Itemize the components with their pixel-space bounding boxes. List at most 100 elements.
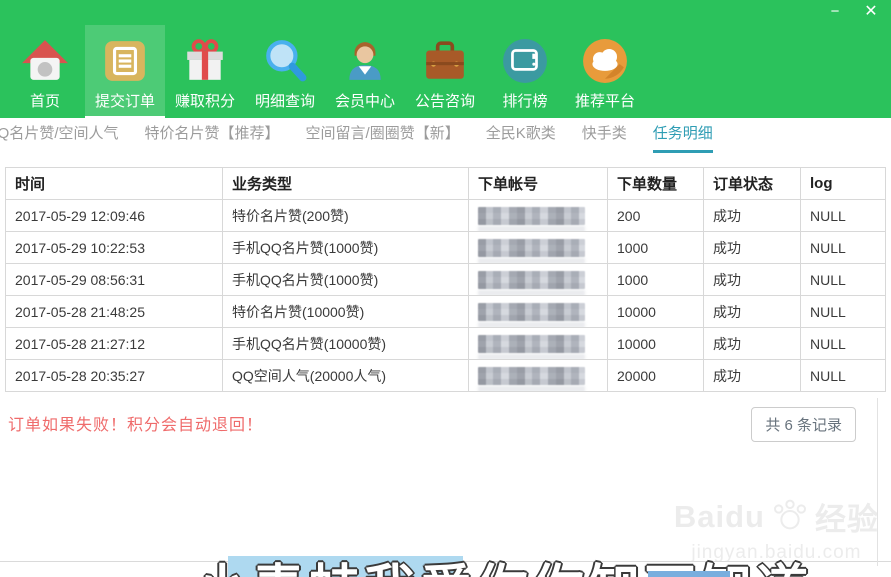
cell-time: 2017-05-29 08:56:31 xyxy=(6,264,223,296)
nav-item-ranking[interactable]: 排行榜 xyxy=(485,25,565,118)
cell-account xyxy=(469,264,608,296)
blurred-account xyxy=(478,239,585,257)
cloud-icon xyxy=(582,38,628,84)
minimize-icon[interactable]: − xyxy=(823,1,847,23)
cell-time: 2017-05-29 10:22:53 xyxy=(6,232,223,264)
nav-item-home[interactable]: 首页 xyxy=(5,25,85,118)
cell-business-type: 特价名片赞(10000赞) xyxy=(223,296,469,328)
gift-icon xyxy=(182,38,228,84)
table-row: 2017-05-28 21:48:25 特价名片赞(10000赞) 10000 … xyxy=(6,296,886,328)
table-row: 2017-05-28 20:35:27 QQ空间人气(20000人气) 2000… xyxy=(6,360,886,392)
document-icon xyxy=(102,38,148,84)
blue-scroll-handle[interactable] xyxy=(648,571,730,577)
blurred-account xyxy=(478,303,585,321)
cell-business-type: 手机QQ名片赞(1000赞) xyxy=(223,232,469,264)
cell-business-type: 手机QQ名片赞(1000赞) xyxy=(223,264,469,296)
tab-qq-card-likes[interactable]: QQ名片赞/空间人气 xyxy=(0,118,119,153)
cell-time: 2017-05-28 20:35:27 xyxy=(6,360,223,392)
refund-notice: 订单如果失败！积分会自动退回！ xyxy=(8,411,263,435)
column-header: log xyxy=(801,168,886,200)
tab-space-messages[interactable]: 空间留言/圈圈赞【新】 xyxy=(306,118,460,153)
cell-account xyxy=(469,232,608,264)
table-row: 2017-05-29 12:09:46 特价名片赞(200赞) 200 成功 N… xyxy=(6,200,886,232)
nav-item-member-center[interactable]: 会员中心 xyxy=(325,25,405,118)
close-icon[interactable]: ✕ xyxy=(859,1,883,23)
blurred-account xyxy=(478,207,585,225)
cell-status: 成功 xyxy=(704,328,801,360)
cell-status: 成功 xyxy=(704,232,801,264)
cell-status: 成功 xyxy=(704,200,801,232)
nav-item-label: 推荐平台 xyxy=(575,90,635,111)
nav-item-recommend-platform[interactable]: 推荐平台 xyxy=(565,25,645,118)
table-row: 2017-05-29 08:56:31 手机QQ名片赞(1000赞) 1000 … xyxy=(6,264,886,296)
tab-task-detail[interactable]: 任务明细 xyxy=(653,118,713,153)
nav-item-label: 排行榜 xyxy=(502,90,547,111)
paw-icon xyxy=(770,497,810,537)
orders-table: 时间业务类型下单帐号下单数量订单状态log 2017-05-29 12:09:4… xyxy=(5,167,886,392)
cell-log: NULL xyxy=(801,360,886,392)
record-count-button[interactable]: 共 6 条记录 xyxy=(751,407,856,442)
cell-quantity: 200 xyxy=(608,200,704,232)
cell-account xyxy=(469,296,608,328)
nav-item-label: 赚取积分 xyxy=(175,90,235,111)
nav-item-label: 明细查询 xyxy=(255,90,315,111)
cell-quantity: 1000 xyxy=(608,232,704,264)
nav-item-label: 公告咨询 xyxy=(415,90,475,111)
right-border-line xyxy=(877,398,878,566)
blurred-account xyxy=(478,271,585,289)
title-bar: − ✕ xyxy=(0,0,891,25)
table-row: 2017-05-29 10:22:53 手机QQ名片赞(1000赞) 1000 … xyxy=(6,232,886,264)
member-icon xyxy=(342,38,388,84)
cell-business-type: 特价名片赞(200赞) xyxy=(223,200,469,232)
cell-log: NULL xyxy=(801,264,886,296)
orders-table-body: 2017-05-29 12:09:46 特价名片赞(200赞) 200 成功 N… xyxy=(6,200,886,392)
search-icon xyxy=(262,38,308,84)
watermark-suffix: 经验 xyxy=(815,494,879,539)
cell-quantity: 10000 xyxy=(608,296,704,328)
cell-business-type: QQ空间人气(20000人气) xyxy=(223,360,469,392)
nav-bar: 首页 提交订单 赚取积分 明细查询 会员中心 公告咨询 排行榜 推荐平台 xyxy=(0,25,891,118)
cell-log: NULL xyxy=(801,200,886,232)
home-icon xyxy=(22,38,68,84)
tab-k-song[interactable]: 全民K歌类 xyxy=(486,118,556,153)
cell-time: 2017-05-29 12:09:46 xyxy=(6,200,223,232)
cell-log: NULL xyxy=(801,328,886,360)
nav-item-submit-order[interactable]: 提交订单 xyxy=(85,25,165,118)
cell-quantity: 1000 xyxy=(608,264,704,296)
watermark-brand: Baidu xyxy=(674,499,765,535)
cell-time: 2017-05-28 21:27:12 xyxy=(6,328,223,360)
nav-item-earn-points[interactable]: 赚取积分 xyxy=(165,25,245,118)
nav-item-label: 首页 xyxy=(30,90,60,111)
cell-status: 成功 xyxy=(704,296,801,328)
blurred-account xyxy=(478,335,585,353)
tab-kuaishou[interactable]: 快手类 xyxy=(582,118,627,153)
app-window: − ✕ 首页 提交订单 赚取积分 明细查询 会员中心 公告咨询 排行榜 推荐平台… xyxy=(0,0,891,577)
briefcase-icon xyxy=(422,38,468,84)
cell-account xyxy=(469,328,608,360)
cell-log: NULL xyxy=(801,296,886,328)
table-row: 2017-05-28 21:27:12 手机QQ名片赞(10000赞) 1000… xyxy=(6,328,886,360)
cell-account xyxy=(469,360,608,392)
column-header: 时间 xyxy=(6,168,223,200)
cell-status: 成功 xyxy=(704,360,801,392)
tab-bar: QQ名片赞/空间人气特价名片赞【推荐】空间留言/圈圈赞【新】全民K歌类快手类任务… xyxy=(0,118,891,153)
column-header: 下单数量 xyxy=(608,168,704,200)
orders-table-header-row: 时间业务类型下单帐号下单数量订单状态log xyxy=(6,168,886,200)
column-header: 订单状态 xyxy=(704,168,801,200)
tab-special-likes[interactable]: 特价名片赞【推荐】 xyxy=(145,118,280,153)
nav-item-label: 提交订单 xyxy=(95,90,155,111)
tv-icon xyxy=(502,38,548,84)
cell-status: 成功 xyxy=(704,264,801,296)
cell-business-type: 手机QQ名片赞(10000赞) xyxy=(223,328,469,360)
nav-item-detail-query[interactable]: 明细查询 xyxy=(245,25,325,118)
nav-item-label: 会员中心 xyxy=(335,90,395,111)
column-header: 业务类型 xyxy=(223,168,469,200)
column-header: 下单帐号 xyxy=(469,168,608,200)
cell-quantity: 10000 xyxy=(608,328,704,360)
blurred-account xyxy=(478,367,585,385)
cell-quantity: 20000 xyxy=(608,360,704,392)
cell-time: 2017-05-28 21:48:25 xyxy=(6,296,223,328)
cell-log: NULL xyxy=(801,232,886,264)
nav-item-announcements[interactable]: 公告咨询 xyxy=(405,25,485,118)
cell-account xyxy=(469,200,608,232)
